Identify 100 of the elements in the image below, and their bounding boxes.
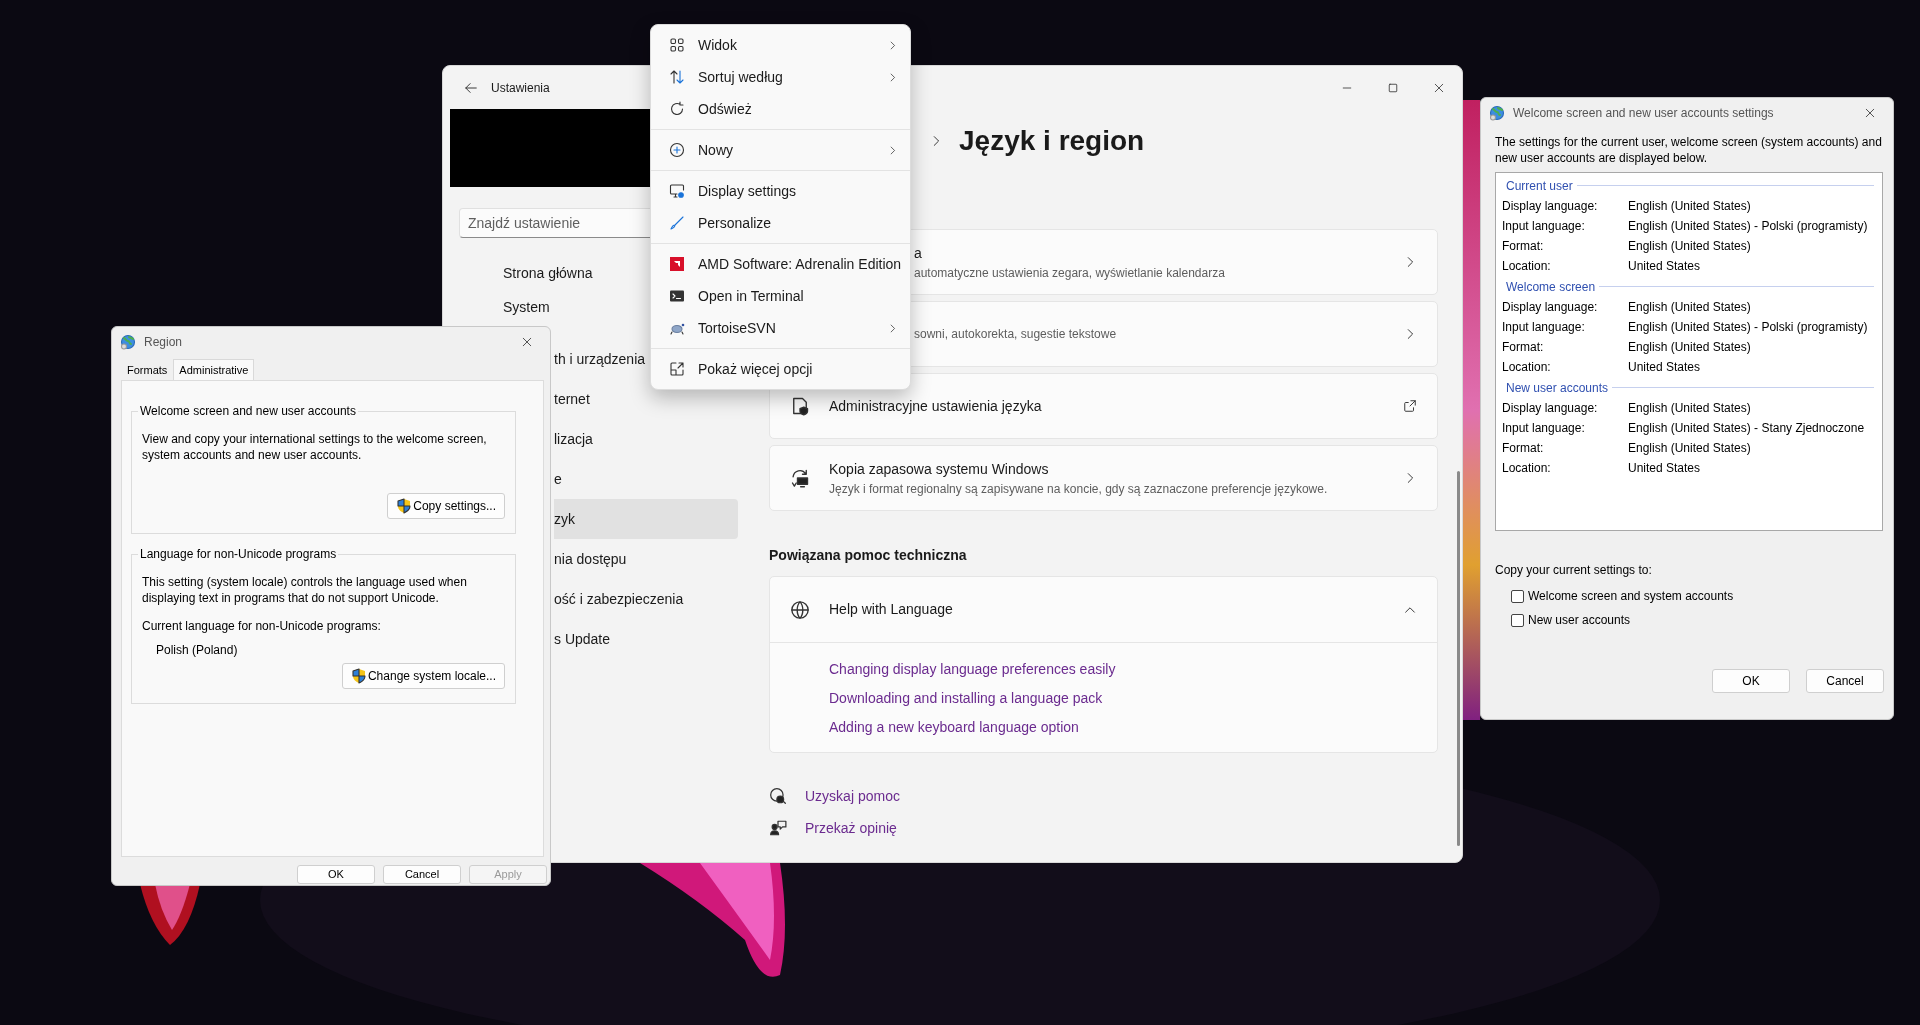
help-icon: [769, 787, 787, 805]
setting-label: Input language:: [1502, 420, 1586, 437]
globe-icon: [1489, 105, 1505, 121]
nav-item[interactable]: nia dostępu: [554, 539, 738, 579]
menu-item[interactable]: Nowy: [655, 134, 906, 166]
menu-item[interactable]: Widok: [655, 29, 906, 61]
nav-item[interactable]: ość i zabezpieczenia: [554, 579, 738, 619]
dialog-button[interactable]: OK: [1712, 669, 1790, 693]
checkbox[interactable]: [1511, 613, 1524, 627]
dialog-title: Welcome screen and new user accounts settings: [1513, 105, 1775, 122]
description-text: This setting (system locale) controls the language used when displaying text in programs that do not support Unicode.: [142, 574, 468, 606]
setting-value: United States: [1628, 460, 1701, 477]
card-title: Kopia zapasowa systemu Windows: [829, 459, 1050, 479]
menu-item[interactable]: Sortuj według: [655, 61, 906, 93]
setting-value: English (United States) - Stany Zjednoczone: [1628, 420, 1865, 437]
setting-value: English (United States): [1628, 238, 1751, 255]
setting-value: English (United States): [1628, 339, 1751, 356]
nav-item[interactable]: s Update: [554, 619, 738, 659]
checkbox-label: New user accounts: [1528, 612, 1631, 629]
setting-value: United States: [1628, 359, 1701, 376]
settings-button[interactable]: Copy settings...: [387, 493, 505, 519]
group-label: Welcome screen and new user accounts: [139, 405, 357, 417]
monitor-gear-icon: [669, 183, 685, 199]
setting-label: Input language:: [1502, 319, 1586, 336]
brush-icon: [669, 215, 685, 231]
copy-label: Copy your current settings to:: [1495, 562, 1653, 579]
window-title: Ustawienia: [491, 79, 550, 97]
sort-icon: [669, 69, 685, 85]
group-label: Language for non-Unicode programs: [139, 548, 338, 560]
shield-icon: [350, 668, 367, 684]
dialog-button[interactable]: OK: [297, 865, 375, 884]
plus-circle-icon: [669, 142, 685, 158]
card-title: Administracyjne ustawienia języka: [829, 396, 1043, 416]
menu-item[interactable]: Odśwież: [655, 93, 906, 125]
setting-value: English (United States): [1628, 198, 1751, 215]
setting-label: Format:: [1502, 339, 1545, 356]
description-text: Current language for non-Unicode programs:: [142, 618, 382, 634]
checkbox[interactable]: [1511, 589, 1524, 603]
globe-icon: [120, 334, 136, 350]
tab[interactable]: Administrative: [173, 358, 255, 380]
tab[interactable]: Formats: [121, 358, 174, 380]
setting-label: Input language:: [1502, 218, 1586, 235]
card-title: a: [914, 243, 923, 263]
intro-text: The settings for the current user, welcome screen (system accounts) and new user accounts are displayed below.: [1495, 134, 1883, 166]
globe-icon: [790, 599, 810, 620]
setting-value: English (United States): [1628, 440, 1751, 457]
setting-label: Location:: [1502, 359, 1552, 376]
setting-value: English (United States): [1628, 400, 1751, 417]
close-icon: [521, 336, 533, 348]
footer-link[interactable]: Uzyskaj pomoc: [805, 785, 900, 807]
dialog-button[interactable]: Cancel: [383, 865, 461, 884]
setting-label: Display language:: [1502, 400, 1599, 417]
amd-icon: [669, 256, 685, 272]
close-icon: [1864, 107, 1876, 119]
section-heading: Welcome screen: [1505, 278, 1596, 296]
locale-value: Polish (Poland): [156, 642, 239, 658]
card-subtitle: sowni, autokorekta, sugestie tekstowe: [914, 326, 1118, 343]
setting-label: Display language:: [1502, 198, 1599, 215]
setting-value: United States: [1628, 258, 1701, 275]
section-heading: New user accounts: [1505, 379, 1609, 397]
page-title: Język i region: [959, 124, 1145, 158]
setting-label: Format:: [1502, 238, 1545, 255]
dialog-button[interactable]: Cancel: [1806, 669, 1884, 693]
dialog-title: Region: [144, 334, 184, 351]
maximize-icon: [1387, 81, 1399, 94]
section-heading: Powiązana pomoc techniczna: [769, 546, 968, 565]
nav-item[interactable]: zyk: [554, 499, 738, 539]
nav-item[interactable]: e: [554, 459, 738, 499]
help-link[interactable]: Adding a new keyboard language option: [829, 717, 1437, 738]
setting-label: Location:: [1502, 258, 1552, 275]
external-link-icon: [1403, 399, 1417, 413]
help-link[interactable]: Changing display language preferences easily: [829, 659, 1437, 680]
footer-link[interactable]: Przekaż opinię: [805, 817, 897, 839]
setting-label: Location:: [1502, 460, 1552, 477]
card-subtitle: automatyczne ustawienia zegara, wyświetlanie kalendarza: [914, 264, 1226, 282]
setting-value: English (United States) - Polski (programisty): [1628, 319, 1868, 336]
shield-document-icon: [790, 396, 810, 416]
back-icon: [464, 80, 478, 95]
card-subtitle: Język i format regionalny są zapisywane na koncie, gdy są zaznaczone preferencje językowe.: [829, 480, 1329, 498]
scrollbar[interactable]: [1457, 471, 1460, 846]
description-text: View and copy your international settings to the welcome screen, system accounts and new user accounts.: [142, 431, 488, 463]
sync-monitor-icon: [790, 468, 810, 488]
open-window-icon: [669, 361, 685, 377]
close-icon: [1433, 81, 1445, 94]
setting-value: English (United States): [1628, 299, 1751, 316]
expander-title: Help with Language: [829, 600, 954, 619]
feedback-icon: [769, 819, 787, 837]
terminal-icon: [669, 288, 685, 304]
setting-label: Format:: [1502, 440, 1545, 457]
settings-card[interactable]: Kopia zapasowa systemu Windows Język i format regionalny są zapisywane na koncie, gdy są zaznaczone preferencje językowe.: [769, 445, 1438, 511]
help-link[interactable]: Downloading and installing a language pack: [829, 688, 1437, 709]
section-heading: Current user: [1505, 177, 1573, 195]
setting-value: English (United States) - Polski (programisty): [1628, 218, 1868, 235]
settings-button[interactable]: Change system locale...: [341, 663, 505, 689]
menu-item[interactable]: Display settings: [655, 175, 906, 207]
setting-label: Display language:: [1502, 299, 1599, 316]
checkbox-label: Welcome screen and system accounts: [1528, 588, 1734, 605]
grid-icon: [669, 37, 685, 53]
expander-header[interactable]: Help with Language: [770, 577, 1437, 643]
nav-item[interactable]: lizacja: [554, 419, 738, 459]
